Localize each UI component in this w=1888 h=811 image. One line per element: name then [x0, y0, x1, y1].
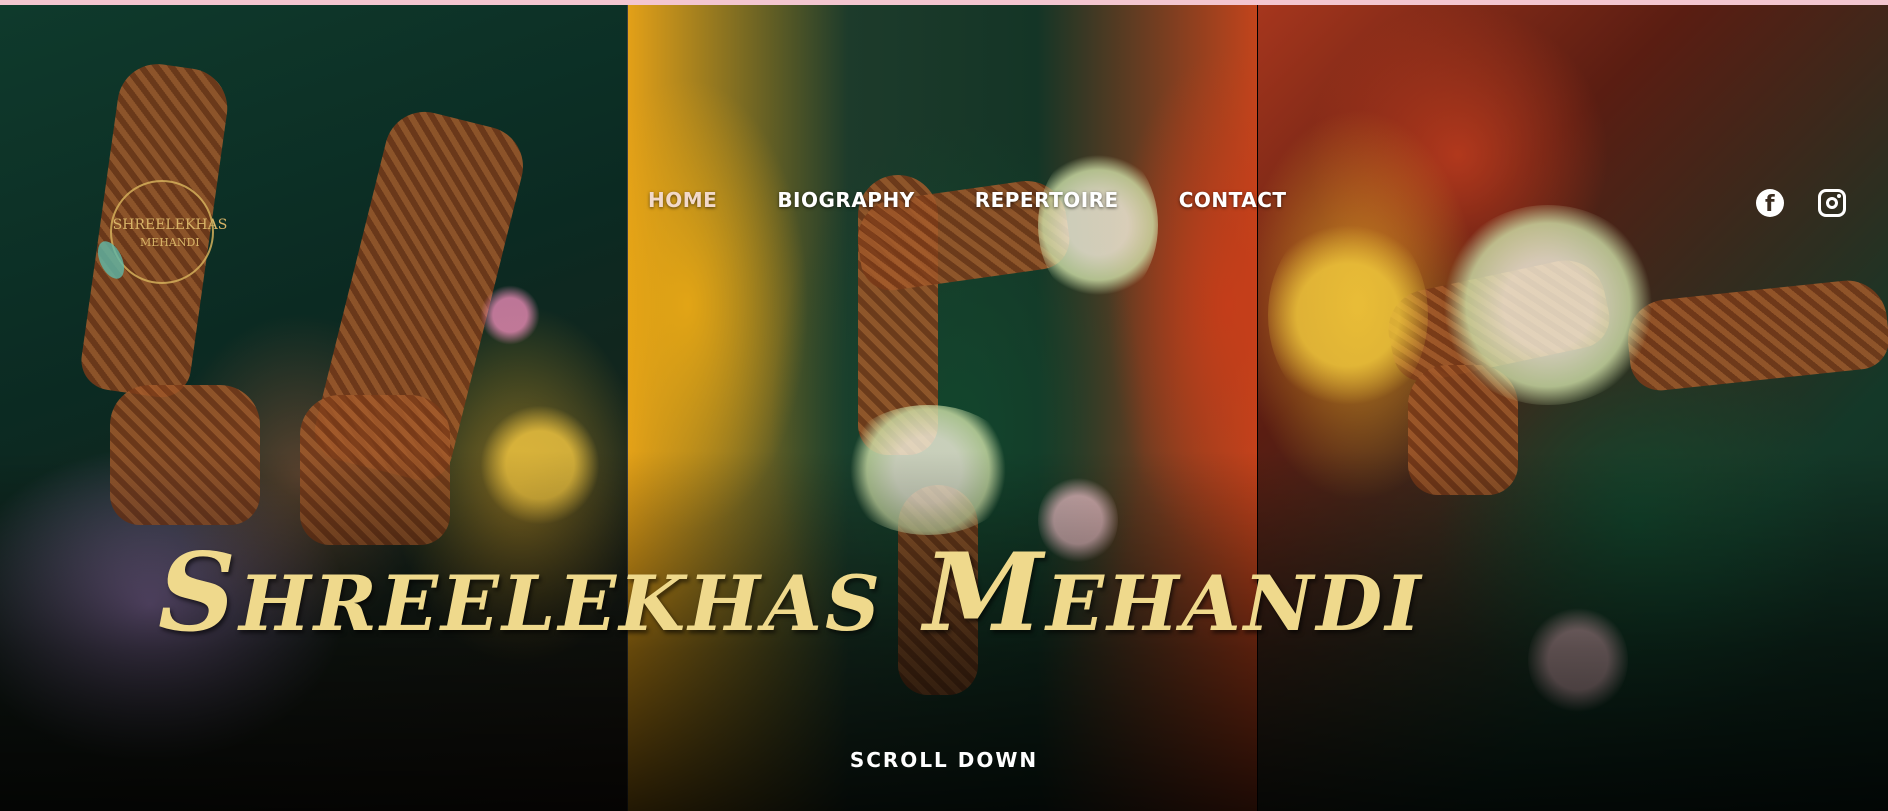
nav-biography[interactable]: BIOGRAPHY: [777, 188, 914, 212]
nav-contact[interactable]: CONTACT: [1179, 188, 1287, 212]
facebook-icon[interactable]: f: [1756, 189, 1784, 217]
logo-name: SHREELEKHAS: [112, 217, 228, 233]
hero-section: SHREELEKHAS MEHANDI HOME BIOGRAPHY REPER…: [0, 0, 1888, 811]
scroll-down-button[interactable]: SCROLL DOWN: [0, 748, 1888, 772]
nav-home[interactable]: HOME: [648, 188, 717, 212]
instagram-icon[interactable]: [1818, 189, 1846, 217]
logo-subtitle: MEHANDI: [140, 236, 200, 249]
main-nav: HOME BIOGRAPHY REPERTOIRE CONTACT: [648, 188, 1287, 212]
hero-title: Shreelekhas Mehandi: [158, 530, 1424, 656]
nav-repertoire[interactable]: REPERTOIRE: [975, 188, 1119, 212]
brand-logo[interactable]: SHREELEKHAS MEHANDI: [92, 180, 227, 290]
